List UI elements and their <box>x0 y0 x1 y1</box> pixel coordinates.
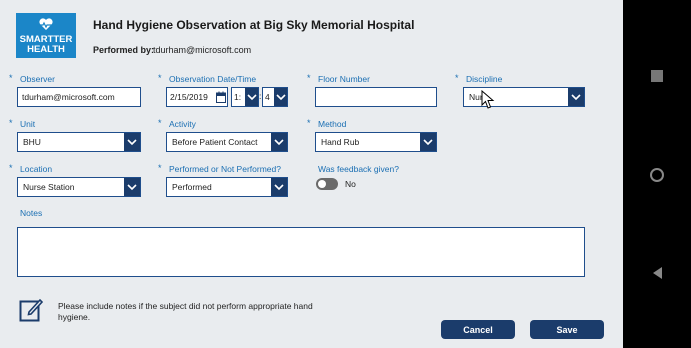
location-label: Location <box>20 164 53 174</box>
hour-value: 1: <box>234 92 242 102</box>
performed-label: Performed or Not Performed? <box>169 164 281 174</box>
floor-number-field[interactable] <box>315 87 437 107</box>
notes-label: Notes <box>20 208 43 218</box>
chevron-down-icon <box>271 133 287 151</box>
floor-number-label: Floor Number <box>318 74 370 84</box>
heart-pulse-icon <box>38 16 54 32</box>
observer-field[interactable]: tdurham@microsoft.com <box>17 87 141 107</box>
square-icon <box>651 70 663 82</box>
observation-date-picker[interactable]: 2/15/2019 <box>166 87 228 107</box>
performed-dropdown[interactable]: Performed <box>166 177 288 197</box>
activity-dropdown[interactable]: Before Patient Contact <box>166 132 288 152</box>
home-button[interactable] <box>623 164 691 186</box>
required-marker: * <box>9 163 13 173</box>
required-marker: * <box>9 73 13 83</box>
feedback-value: No <box>345 179 356 189</box>
recent-apps-button[interactable] <box>623 66 691 86</box>
chevron-down-icon <box>274 88 287 106</box>
required-marker: * <box>158 118 162 128</box>
unit-dropdown[interactable]: BHU <box>17 132 141 152</box>
required-marker: * <box>158 73 162 83</box>
method-label: Method <box>318 119 347 129</box>
performed-value: Performed <box>172 182 212 192</box>
toggle-knob <box>318 180 326 188</box>
logo-line2: HEALTH <box>27 44 65 55</box>
hour-dropdown[interactable]: 1: <box>231 87 259 107</box>
observation-date-value: 2/15/2019 <box>170 92 208 102</box>
discipline-label: Discipline <box>466 74 503 84</box>
performed-by-value: tdurham@microsoft.com <box>153 45 252 55</box>
system-navigation-bar <box>623 0 691 348</box>
cancel-button[interactable]: Cancel <box>441 320 515 339</box>
feedback-toggle[interactable] <box>316 178 338 190</box>
required-marker: * <box>158 163 162 173</box>
edit-note-icon <box>19 298 43 322</box>
calendar-icon[interactable] <box>216 91 226 103</box>
triangle-back-icon <box>652 267 662 279</box>
observer-label: Observer <box>20 74 55 84</box>
info-text: Please include notes if the subject did … <box>58 301 313 322</box>
chevron-down-icon <box>420 133 436 151</box>
minute-value: 4 <box>265 92 270 102</box>
back-button[interactable] <box>623 262 691 284</box>
chevron-down-icon <box>568 88 584 106</box>
chevron-down-icon <box>124 133 140 151</box>
observation-date-label: Observation Date/Time <box>169 74 257 84</box>
mouse-pointer-icon <box>481 90 495 109</box>
required-marker: * <box>9 118 13 128</box>
location-dropdown[interactable]: Nurse Station <box>17 177 141 197</box>
method-dropdown[interactable]: Hand Rub <box>315 132 437 152</box>
notes-textarea[interactable] <box>17 227 585 277</box>
chevron-down-icon <box>245 88 258 106</box>
smarter-health-logo: SMARTTER HEALTH <box>16 13 76 58</box>
chevron-down-icon <box>124 178 140 196</box>
required-marker: * <box>455 73 459 83</box>
save-button[interactable]: Save <box>530 320 604 339</box>
required-marker: * <box>307 118 311 128</box>
unit-value: BHU <box>23 137 41 147</box>
method-value: Hand Rub <box>321 137 360 147</box>
chevron-down-icon <box>271 178 287 196</box>
unit-label: Unit <box>20 119 36 129</box>
app-screen: SMARTTER HEALTH Hand Hygiene Observation… <box>0 0 623 348</box>
location-value: Nurse Station <box>23 182 75 192</box>
required-marker: * <box>307 73 311 83</box>
page-title: Hand Hygiene Observation at Big Sky Memo… <box>93 18 415 32</box>
activity-label: Activity <box>169 119 196 129</box>
feedback-label: Was feedback given? <box>318 164 399 174</box>
activity-value: Before Patient Contact <box>172 137 258 147</box>
minute-dropdown[interactable]: 4 <box>262 87 288 107</box>
performed-by-label: Performed by: <box>93 45 155 55</box>
circle-icon <box>650 168 664 182</box>
